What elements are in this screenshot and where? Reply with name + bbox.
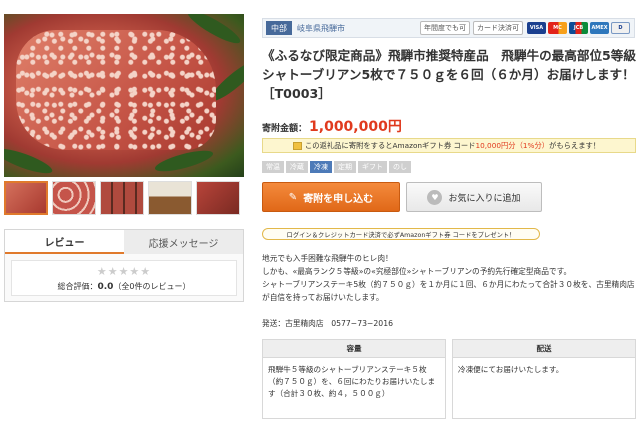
capacity-header: 容量: [263, 340, 445, 358]
amazon-notice-after: がもらえます！: [549, 140, 601, 150]
capacity-text: 飛騨牛５等級のシャトーブリアンステーキ５枚（約７５０ｇ）を、６回にわたりお届けい…: [268, 365, 436, 398]
product-title: 《ふるなび限定商品》飛騨市推奨特産品 飛騨牛の最高部位5等級シャトーブリアン5枚…: [262, 48, 636, 101]
gift-card-icon: [293, 141, 302, 150]
tag-chilled: 冷蔵: [286, 161, 308, 173]
amazon-notice-amount: 10,000円分（1%分）: [475, 140, 550, 150]
price-label: 寄附金額：: [262, 124, 308, 134]
steak-photo: [16, 30, 216, 150]
amazon-gift-notice: この返礼品に寄附をするとAmazonギフト券 コード 10,000円分（1%分）が…: [262, 138, 636, 153]
diners-icon: D: [611, 22, 630, 34]
capacity-column: 容量 飛騨牛５等級のシャトーブリアンステーキ５枚（約７５０ｇ）を、６回にわたりお…: [262, 339, 446, 419]
amazon-notice-before: この返礼品に寄附をするとAmazonギフト券 コード: [305, 140, 476, 150]
visa-icon: VISA: [527, 22, 546, 34]
jcb-icon: JCB: [569, 22, 588, 34]
main-product-image[interactable]: [4, 14, 244, 177]
description-line-2: しかも、«最高ランク５等級»の«究極部位»シャトーブリアンの予約先行確定型商品で…: [262, 267, 572, 276]
delivery-header: 配送: [453, 340, 635, 358]
apply-donation-button[interactable]: ✎ 寄附を申し込む: [262, 182, 400, 212]
city-link[interactable]: 岐阜県飛騨市: [297, 23, 345, 34]
delivery-column: 配送 冷凍便にてお届けいたします。: [452, 339, 636, 419]
apply-label: 寄附を申し込む: [303, 193, 374, 205]
card-icons: VISA MC JCB AMEX D: [527, 22, 630, 34]
tag-frozen: 冷凍: [310, 161, 332, 173]
thumbnail-4[interactable]: [148, 181, 192, 215]
thumbnail-2[interactable]: [52, 181, 96, 215]
tab-support-message[interactable]: 応援メッセージ: [124, 230, 243, 254]
tag-gift: ギフト: [358, 161, 387, 173]
review-panel: レビュー 応援メッセージ ★★★★★ 総合評価：0.0（全0件のレビュー）: [4, 229, 244, 302]
description-line-1: 地元でも入手困難な飛騨牛のヒレ肉！: [262, 254, 393, 263]
price-row: 寄附金額： 1,000,000円: [262, 116, 402, 136]
login-gift-notice: ログイン＆クレジットカード決済で必ずAmazonギフト券 コードをプレゼント！: [262, 228, 540, 240]
badge-anytime: 年間度でも可: [420, 21, 470, 35]
thumbnail-3[interactable]: [100, 181, 144, 215]
tab-review[interactable]: レビュー: [5, 230, 124, 254]
description-line-3: シャトーブリアンステーキ5枚（約７５０ｇ）を１か月に１回、６か月にわたって合計３…: [262, 280, 635, 302]
category-tags: 常温 冷蔵 冷凍 定期 ギフト のし: [262, 161, 411, 173]
review-summary: ★★★★★ 総合評価：0.0（全0件のレビュー）: [11, 260, 237, 296]
thumbnail-5[interactable]: [196, 181, 240, 215]
heart-icon: ♥: [427, 189, 443, 205]
add-favorite-button[interactable]: ♥ お気に入りに追加: [406, 182, 542, 212]
amex-icon: AMEX: [590, 22, 609, 34]
thumbnail-1[interactable]: [4, 181, 48, 215]
document-icon: ✎: [288, 191, 298, 203]
overall-score: 総合評価：0.0（全0件のレビュー）: [57, 281, 190, 292]
review-tabs: レビュー 応援メッセージ: [5, 230, 243, 254]
delivery-text: 冷凍便にてお届けいたします。: [458, 365, 564, 374]
product-page: レビュー 応援メッセージ ★★★★★ 総合評価：0.0（全0件のレビュー） 中部…: [0, 0, 640, 426]
region-info-bar: 中部 岐阜県飛騨市 年間度でも可 カード決済可 VISA MC JCB AMEX…: [262, 18, 635, 38]
price-value: 1,000,000円: [309, 119, 402, 135]
tag-noshi: のし: [389, 161, 411, 173]
product-description: 地元でも入手困難な飛騨牛のヒレ肉！ しかも、«最高ランク５等級»の«究極部位»シ…: [262, 252, 636, 304]
badge-card-payment: カード決済可: [473, 21, 523, 35]
favorite-label: お気に入りに追加: [448, 193, 521, 204]
score-count: （全0件のレビュー）: [113, 281, 191, 291]
tag-subscription: 定期: [334, 161, 356, 173]
thumbnail-strip: [4, 181, 244, 215]
shipper-info: 発送：古里精肉店 0577−73−2016: [262, 319, 393, 328]
rating-stars: ★★★★★: [96, 264, 152, 278]
score-prefix: 総合評価：: [57, 281, 98, 291]
region-tag[interactable]: 中部: [266, 21, 292, 35]
score-value: 0.0: [97, 281, 114, 292]
tag-room-temp: 常温: [262, 161, 284, 173]
spec-table: 容量 飛騨牛５等級のシャトーブリアンステーキ５枚（約７５０ｇ）を、６回にわたりお…: [262, 339, 636, 419]
mastercard-icon: MC: [548, 22, 567, 34]
